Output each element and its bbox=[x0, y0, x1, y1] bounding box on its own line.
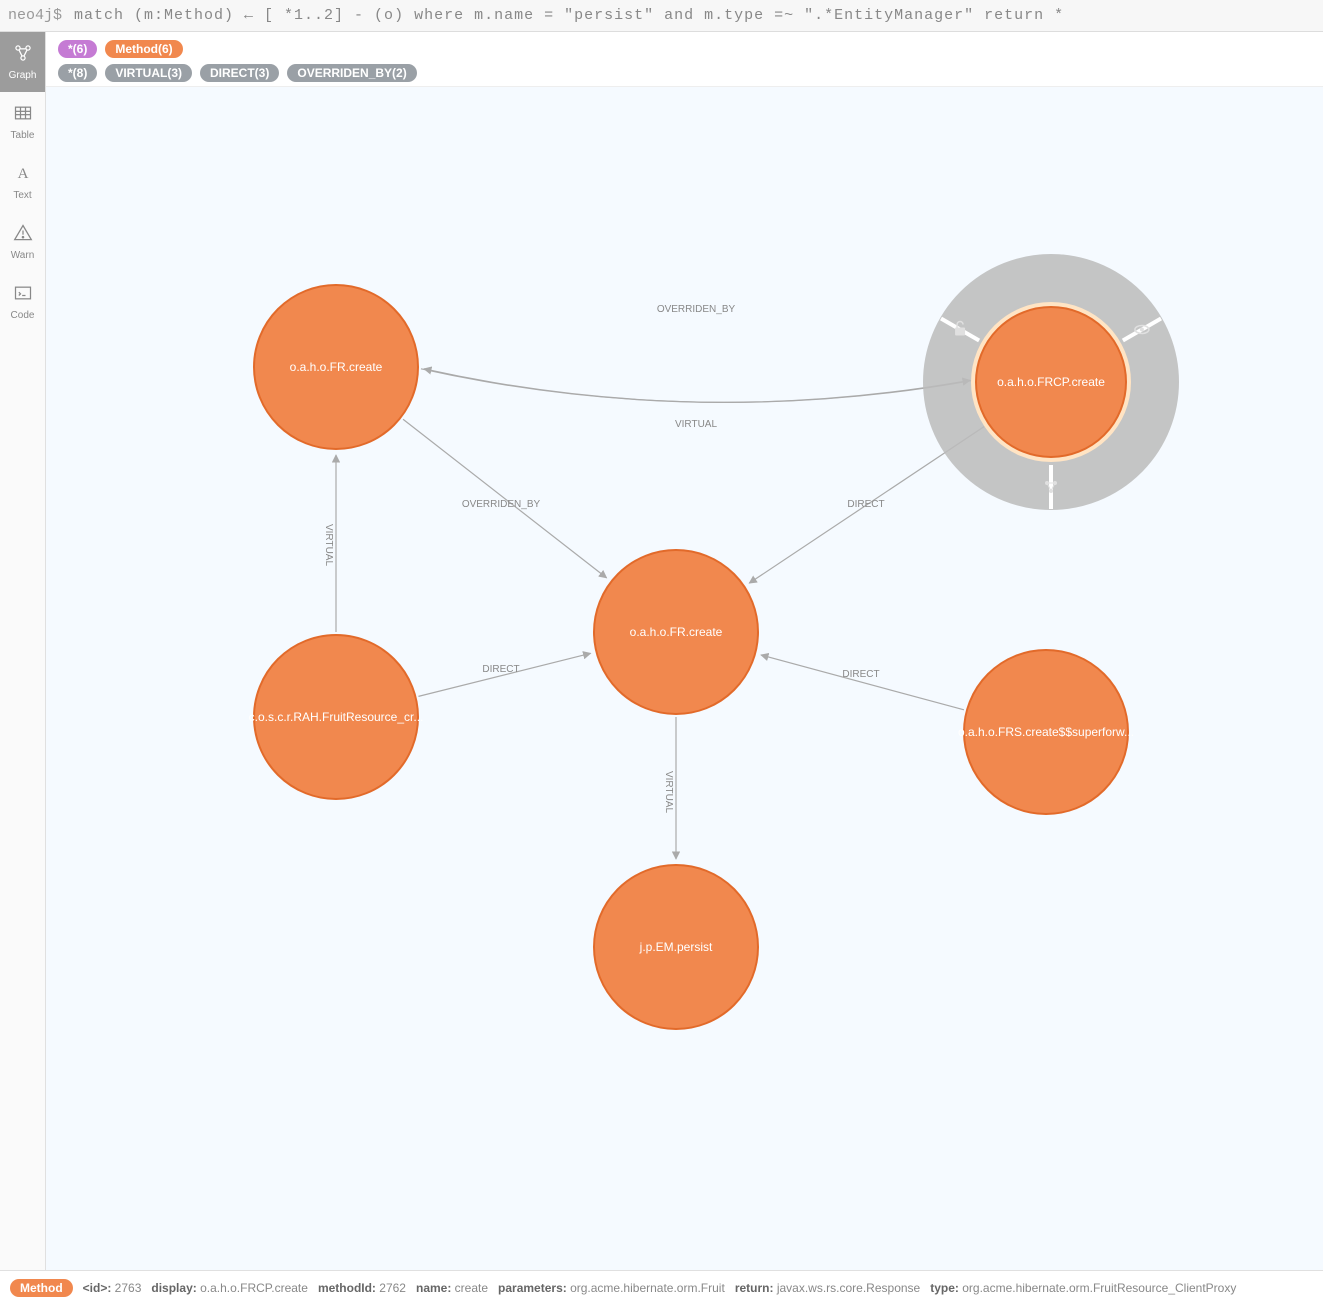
view-sidebar: Graph Table A Text Warn Code bbox=[0, 32, 46, 1270]
footer-prop-key: <id>: bbox=[83, 1281, 112, 1295]
footer-prop-key: name: bbox=[416, 1281, 451, 1295]
pill-direct3[interactable]: DIRECT(3) bbox=[200, 64, 279, 82]
edge-label: DIRECT bbox=[482, 664, 519, 675]
sidebar-item-warn[interactable]: Warn bbox=[0, 212, 45, 272]
sidebar-item-label: Warn bbox=[11, 250, 35, 261]
footer-prop-key: display: bbox=[151, 1281, 196, 1295]
graph-icon bbox=[13, 43, 33, 66]
edge-label: VIRTUAL bbox=[675, 419, 717, 430]
edge-virtual[interactable] bbox=[421, 369, 970, 403]
pill-method6[interactable]: Method(6) bbox=[105, 40, 182, 58]
content-area: *(6) Method(6) *(8) VIRTUAL(3) DIRECT(3) OVE… bbox=[46, 32, 1323, 1270]
footer-prop-value: org.acme.hibernate.orm.Fruit bbox=[567, 1281, 725, 1295]
relationship-types-row: *(8) VIRTUAL(3) DIRECT(3) OVERRIDEN_BY(2) bbox=[58, 64, 1311, 82]
footer-prop: name: create bbox=[416, 1281, 488, 1295]
edge-label: OVERRIDEN_BY bbox=[657, 304, 736, 315]
footer-prop-key: type: bbox=[930, 1281, 959, 1295]
footer-prop: type: org.acme.hibernate.orm.FruitResour… bbox=[930, 1281, 1236, 1295]
edge-label: OVERRIDEN_BY bbox=[462, 499, 541, 510]
inspector-footer: Method <id>: 2763 display: o.a.h.o.FRCP.… bbox=[0, 1270, 1323, 1304]
sidebar-item-text[interactable]: A Text bbox=[0, 152, 45, 212]
sidebar-item-code[interactable]: Code bbox=[0, 272, 45, 332]
graph-node[interactable] bbox=[976, 307, 1126, 457]
graph-node[interactable] bbox=[254, 285, 418, 449]
graph-svg[interactable]: OVERRIDEN_BY VIRTUAL OVERRIDEN_BY DIRECT VIR… bbox=[46, 87, 1323, 1270]
footer-method-pill[interactable]: Method bbox=[10, 1279, 73, 1297]
graph-node[interactable] bbox=[594, 550, 758, 714]
pill-6[interactable]: *(6) bbox=[58, 40, 97, 58]
footer-prop-value: 2763 bbox=[111, 1281, 141, 1295]
sidebar-item-label: Graph bbox=[9, 70, 37, 81]
footer-prop: return: javax.ws.rs.core.Response bbox=[735, 1281, 920, 1295]
edge-direct[interactable] bbox=[761, 655, 964, 710]
sidebar-item-label: Text bbox=[13, 190, 31, 201]
pills-bar: *(6) Method(6) *(8) VIRTUAL(3) DIRECT(3) OVE… bbox=[46, 32, 1323, 87]
main-area: Graph Table A Text Warn Code *(6) Method(6) *(… bbox=[0, 32, 1323, 1270]
pill-overridenby2[interactable]: OVERRIDEN_BY(2) bbox=[287, 64, 416, 82]
footer-prop: parameters: org.acme.hibernate.orm.Fruit bbox=[498, 1281, 725, 1295]
graph-canvas[interactable]: OVERRIDEN_BY VIRTUAL OVERRIDEN_BY DIRECT VIR… bbox=[46, 87, 1323, 1270]
graph-node[interactable] bbox=[594, 865, 758, 1029]
node-labels-row: *(6) Method(6) bbox=[58, 40, 1311, 58]
query-prompt: neo4j$ bbox=[8, 7, 62, 24]
footer-prop-value: o.a.h.o.FRCP.create bbox=[197, 1281, 308, 1295]
footer-prop-value: create bbox=[451, 1281, 488, 1295]
sidebar-item-label: Code bbox=[11, 310, 35, 321]
pill-8[interactable]: *(8) bbox=[58, 64, 97, 82]
edge-label: DIRECT bbox=[847, 499, 884, 510]
footer-prop: <id>: 2763 bbox=[83, 1281, 142, 1295]
code-icon bbox=[13, 283, 33, 306]
sidebar-item-label: Table bbox=[11, 130, 35, 141]
pill-virtual3[interactable]: VIRTUAL(3) bbox=[105, 64, 192, 82]
footer-prop-key: methodId: bbox=[318, 1281, 376, 1295]
footer-prop: methodId: 2762 bbox=[318, 1281, 406, 1295]
svg-text:A: A bbox=[17, 166, 28, 182]
edge-label: VIRTUAL bbox=[323, 524, 334, 566]
text-icon: A bbox=[13, 163, 33, 186]
query-text: match (m:Method) ← [ *1..2] - (o) where … bbox=[74, 7, 1064, 24]
table-icon bbox=[13, 103, 33, 126]
edge-label: DIRECT bbox=[842, 669, 879, 680]
query-bar[interactable]: neo4j$ match (m:Method) ← [ *1..2] - (o)… bbox=[0, 0, 1323, 32]
graph-node[interactable] bbox=[254, 635, 418, 799]
warn-icon bbox=[13, 223, 33, 246]
footer-prop-value: 2762 bbox=[376, 1281, 406, 1295]
footer-prop: display: o.a.h.o.FRCP.create bbox=[151, 1281, 308, 1295]
edge-label: VIRTUAL bbox=[663, 771, 674, 813]
footer-prop-key: parameters: bbox=[498, 1281, 567, 1295]
footer-prop-key: return: bbox=[735, 1281, 774, 1295]
sidebar-item-graph[interactable]: Graph bbox=[0, 32, 45, 92]
graph-node[interactable] bbox=[964, 650, 1128, 814]
footer-prop-value: javax.ws.rs.core.Response bbox=[773, 1281, 920, 1295]
sidebar-item-table[interactable]: Table bbox=[0, 92, 45, 152]
footer-prop-value: org.acme.hibernate.orm.FruitResource_Cli… bbox=[959, 1281, 1236, 1295]
